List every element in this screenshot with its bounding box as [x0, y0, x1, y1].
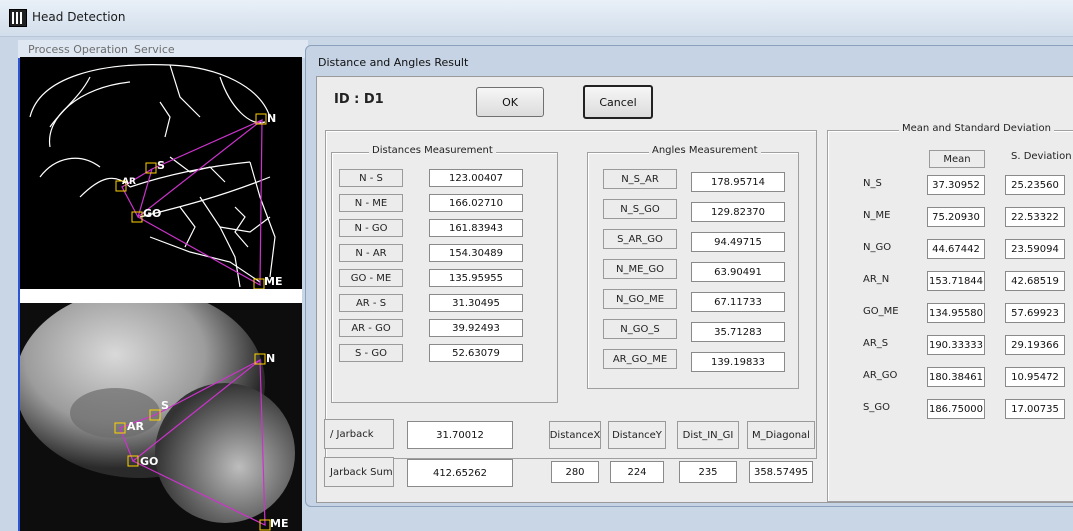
extra-value[interactable]: 224 [610, 461, 664, 483]
angle-label: N_GO_ME [603, 289, 677, 309]
stat-mean[interactable]: 75.20930 [927, 207, 985, 227]
stat-label: AR_N [863, 274, 890, 285]
stat-label: GO_ME [863, 306, 899, 317]
stat-sd[interactable]: 22.53322 [1005, 207, 1065, 227]
angle-value[interactable]: 63.90491 [691, 262, 785, 282]
distance-value[interactable]: 52.63079 [429, 344, 523, 362]
landmark-s-top: S [157, 159, 165, 172]
stat-mean[interactable]: 134.95580 [927, 303, 985, 323]
distance-value[interactable]: 161.83943 [429, 219, 523, 237]
angle-value[interactable]: 67.11733 [691, 292, 785, 312]
angle-label: N_S_AR [603, 169, 677, 189]
ok-button[interactable]: OK [476, 87, 544, 117]
angle-value[interactable]: 35.71283 [691, 322, 785, 342]
distance-label: AR - GO [339, 319, 403, 337]
results-dialog: Distance and Angles Result ID : D1 OK Ca… [305, 45, 1073, 507]
mean-header: Mean [929, 150, 985, 168]
jarback-ratio-label: / Jarback [324, 419, 394, 449]
jarback-sum-label: Jarback Sum [324, 457, 394, 487]
xray-drawing [20, 303, 302, 531]
landmark-me-top: ME [264, 275, 283, 288]
dialog-client-area: ID : D1 OK Cancel Distances Measurement … [316, 76, 1073, 503]
extra-value[interactable]: 280 [551, 461, 599, 483]
landmark-ar-top: AR [122, 177, 136, 187]
jarback-sum-value[interactable]: 412.65262 [407, 459, 513, 487]
stats-group-title: Mean and Standard Deviation [899, 123, 1054, 134]
distance-label: AR - S [339, 294, 403, 312]
angle-label: AR_GO_ME [603, 349, 677, 369]
stat-mean[interactable]: 153.71844 [927, 271, 985, 291]
angle-value[interactable]: 94.49715 [691, 232, 785, 252]
angles-group-title: Angles Measurement [649, 145, 761, 156]
extra-value[interactable]: 358.57495 [749, 461, 813, 483]
stat-sd[interactable]: 23.59094 [1005, 239, 1065, 259]
angle-label: N_GO_S [603, 319, 677, 339]
landmark-s-bottom: S [161, 399, 169, 412]
cancel-button[interactable]: Cancel [583, 85, 653, 119]
image-separator [20, 289, 302, 303]
angle-value[interactable]: 178.95714 [691, 172, 785, 192]
menu-process-operation[interactable]: Process Operation [28, 43, 128, 56]
distances-group-title: Distances Measurement [369, 145, 496, 156]
stat-mean[interactable]: 44.67442 [927, 239, 985, 259]
stat-mean[interactable]: 186.75000 [927, 399, 985, 419]
menu-service[interactable]: Service [134, 43, 175, 56]
stat-sd[interactable]: 57.69923 [1005, 303, 1065, 323]
stat-label: N_ME [863, 210, 891, 221]
stat-label: AR_GO [863, 370, 898, 381]
stat-sd[interactable]: 29.19366 [1005, 335, 1065, 355]
distance-label: S - GO [339, 344, 403, 362]
distance-value[interactable]: 39.92493 [429, 319, 523, 337]
angle-value[interactable]: 139.19833 [691, 352, 785, 372]
traced-skull-image: N S AR GO ME [20, 57, 302, 289]
angle-label: S_AR_GO [603, 229, 677, 249]
landmark-go-top: GO [143, 207, 162, 220]
landmark-ar-bottom: AR [127, 420, 144, 433]
distance-value[interactable]: 166.02710 [429, 194, 523, 212]
traced-skull-drawing [29, 64, 276, 289]
angle-value[interactable]: 129.82370 [691, 202, 785, 222]
extra-label: M_Diagonal [747, 421, 815, 449]
stat-label: N_GO [863, 242, 892, 253]
jarback-ratio-value[interactable]: 31.70012 [407, 421, 513, 449]
landmark-go-bottom: GO [140, 455, 159, 468]
xray-image: N S AR GO ME [20, 303, 302, 531]
distance-label: N - GO [339, 219, 403, 237]
stat-label: AR_S [863, 338, 889, 349]
distance-value[interactable]: 31.30495 [429, 294, 523, 312]
stat-mean[interactable]: 180.38461 [927, 367, 985, 387]
distance-label: N - ME [339, 194, 403, 212]
record-id: ID : D1 [334, 92, 384, 107]
extra-label: Dist_IN_GI [677, 421, 739, 449]
stat-mean[interactable]: 37.30952 [927, 175, 985, 195]
landmark-n-bottom: N [266, 352, 276, 365]
distance-value[interactable]: 135.95955 [429, 269, 523, 287]
stat-sd[interactable]: 25.23560 [1005, 175, 1065, 195]
dialog-title: Distance and Angles Result [318, 56, 469, 69]
distance-label: GO - ME [339, 269, 403, 287]
distance-value[interactable]: 123.00407 [429, 169, 523, 187]
title-bar: Head Detection [0, 0, 1073, 37]
window-title: Head Detection [32, 10, 126, 24]
stat-sd[interactable]: 42.68519 [1005, 271, 1065, 291]
landmark-me-bottom: ME [270, 517, 289, 530]
app-icon [9, 9, 27, 27]
angle-label: N_ME_GO [603, 259, 677, 279]
extra-label: DistanceX [549, 421, 601, 449]
stat-mean[interactable]: 190.33333 [927, 335, 985, 355]
stat-label: S_GO [863, 402, 890, 413]
distance-label: N - S [339, 169, 403, 187]
landmark-n-top: N [267, 112, 277, 125]
stat-label: N_S [863, 178, 882, 189]
distance-value[interactable]: 154.30489 [429, 244, 523, 262]
extra-label: DistanceY [608, 421, 666, 449]
menu-bar: Process Operation Service [18, 40, 308, 58]
sd-header: S. Deviation [1011, 151, 1072, 162]
stat-sd[interactable]: 10.95472 [1005, 367, 1065, 387]
extra-value[interactable]: 235 [679, 461, 737, 483]
stat-sd[interactable]: 17.00735 [1005, 399, 1065, 419]
distance-label: N - AR [339, 244, 403, 262]
angle-label: N_S_GO [603, 199, 677, 219]
